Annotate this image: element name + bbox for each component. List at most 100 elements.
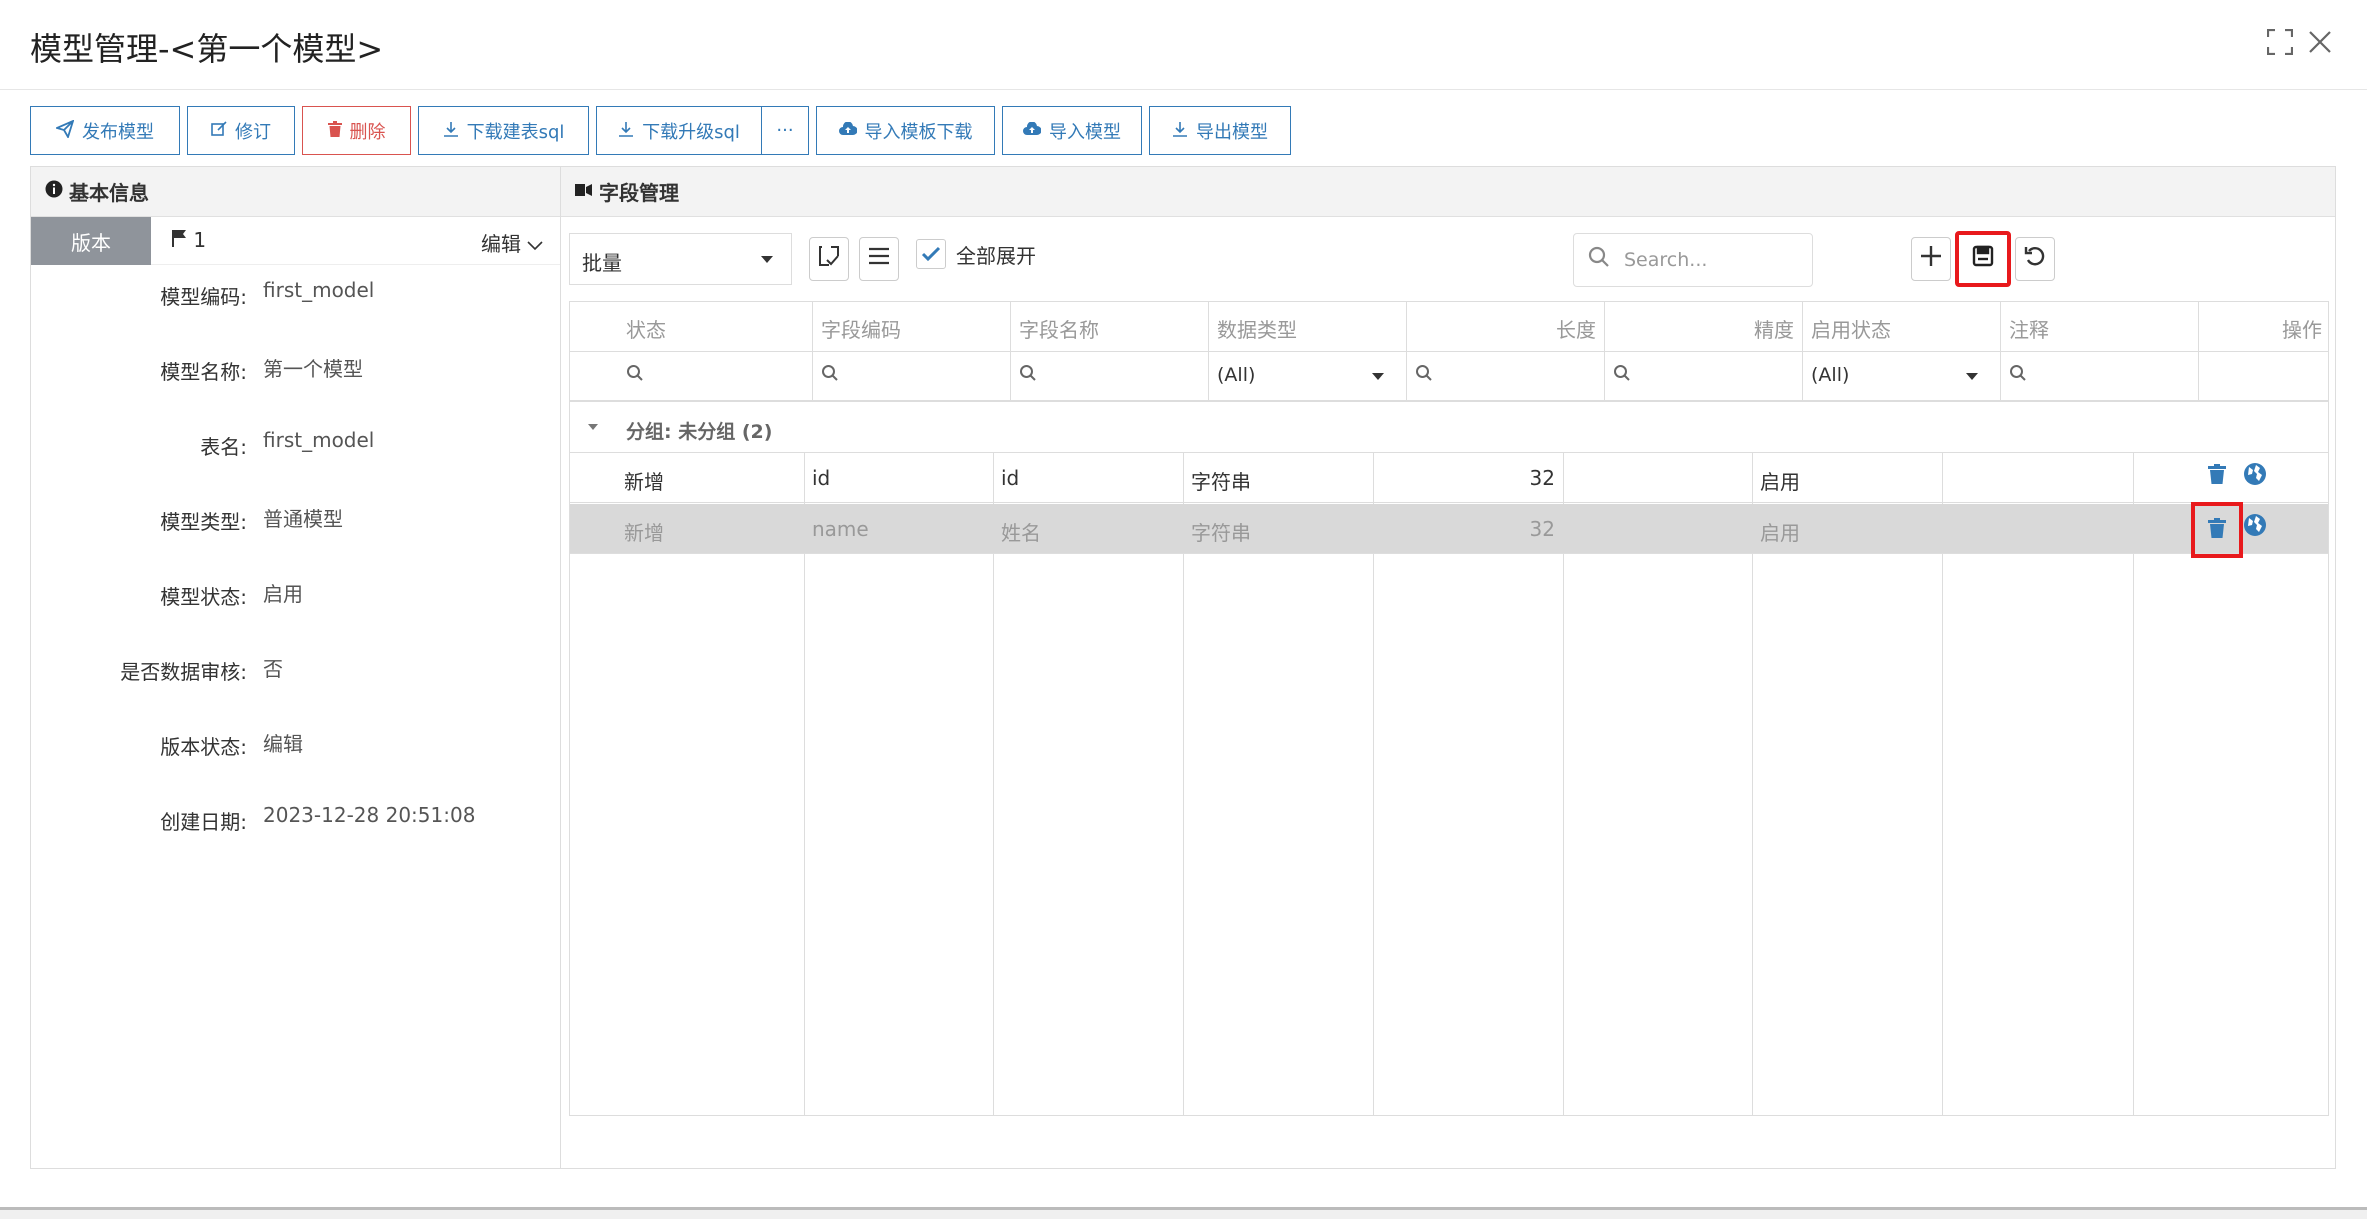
cell-comment[interactable] [1942, 504, 2133, 553]
more-button[interactable]: ··· [761, 106, 809, 155]
grid-toolbar: 批量 全部展开 Search... [569, 231, 2329, 287]
download-create-sql-button[interactable]: 下载建表sql [418, 106, 589, 155]
download-icon [443, 121, 459, 141]
filter-data-type[interactable]: (All) [1209, 352, 1407, 402]
batch-select-toggle-button[interactable] [809, 237, 849, 281]
field-management-header: 字段管理 [561, 167, 2335, 217]
cell-field-name[interactable]: id [993, 453, 1183, 502]
close-icon[interactable] [2302, 24, 2338, 60]
undo-icon [2024, 245, 2046, 273]
info-row-model-status: 模型状态: 启用 [160, 582, 303, 609]
model-management-dialog: 模型管理-<第一个模型> 发布模型 修订 删除 下载建表sql 下载升级sql … [0, 0, 2367, 1210]
column-header-data-type[interactable]: 数据类型 [1209, 302, 1407, 352]
column-header-enabled-status[interactable]: 启用状态 [1803, 302, 2001, 352]
expand-all-toggle[interactable]: 全部展开 [916, 239, 1036, 269]
cell-comment[interactable] [1942, 453, 2133, 502]
expand-all-checkbox[interactable] [916, 239, 946, 269]
column-header-comment[interactable]: 注释 [2001, 302, 2199, 352]
download-icon [1172, 121, 1188, 141]
basic-info-panel: 基本信息 版本 1 编辑 模型编码: first_model 模型名称: 第一个… [30, 166, 560, 1169]
cell-data-type[interactable]: 字符串 [1183, 504, 1373, 553]
cloud-upload-icon [1023, 121, 1042, 140]
search-icon [821, 365, 839, 387]
cell-field-name[interactable]: 姓名 [993, 504, 1183, 553]
publish-model-button[interactable]: 发布模型 [30, 106, 180, 155]
batch-select[interactable]: 批量 [569, 233, 792, 285]
info-row-model-code: 模型编码: first_model [160, 278, 375, 309]
check-list-icon [817, 244, 841, 274]
version-row: 版本 1 编辑 [31, 217, 560, 265]
field-management-panel: 字段管理 批量 全部展开 Search... 状态 字段编码 字段名称 数据类型… [560, 166, 2336, 1169]
add-row-button[interactable] [1911, 237, 1951, 281]
edit-icon [211, 120, 227, 141]
cell-data-type[interactable]: 字符串 [1183, 453, 1373, 502]
cell-field-code[interactable]: id [804, 453, 993, 502]
cell-status[interactable]: 新增 [616, 504, 804, 553]
globe-button[interactable] [2242, 461, 2268, 491]
column-header-precision[interactable]: 精度 [1605, 302, 1803, 352]
cell-status[interactable]: 新增 [616, 453, 804, 502]
cell-enabled-status[interactable]: 启用 [1752, 453, 1942, 502]
import-model-button[interactable]: 导入模型 [1002, 106, 1142, 155]
delete-row-button[interactable] [2191, 502, 2243, 558]
version-number: 1 [171, 228, 206, 252]
group-row-ungrouped[interactable]: 分组: 未分组 (2) [570, 403, 2328, 453]
info-row-model-type: 模型类型: 普通模型 [160, 507, 343, 534]
info-row-table-name: 表名: first_model [200, 428, 375, 459]
caret-down-icon [761, 256, 773, 263]
fields-grid: 状态 字段编码 字段名称 数据类型 长度 精度 启用状态 注释 操作 (All) [569, 301, 2329, 1116]
column-header-field-code[interactable]: 字段编码 [813, 302, 1011, 352]
filter-comment[interactable] [2001, 352, 2199, 402]
save-button[interactable] [1955, 231, 2011, 287]
column-header-field-name[interactable]: 字段名称 [1011, 302, 1209, 352]
info-row-created-date: 创建日期: 2023-12-28 20:51:08 [160, 803, 476, 834]
filter-enabled-status[interactable]: (All) [1803, 352, 2001, 402]
filter-field-name[interactable] [1011, 352, 1209, 402]
filter-actions [2199, 352, 2328, 402]
caret-down-icon [1372, 373, 1384, 380]
import-template-download-button[interactable]: 导入模板下载 [816, 106, 995, 155]
version-edit-dropdown[interactable]: 编辑 [481, 228, 543, 257]
search-icon [626, 365, 644, 387]
column-header-length[interactable]: 长度 [1407, 302, 1605, 352]
cell-enabled-status[interactable]: 启用 [1752, 504, 1942, 553]
cell-field-code[interactable]: name [804, 504, 993, 553]
delete-button[interactable]: 删除 [302, 106, 411, 155]
trash-icon [2208, 518, 2226, 542]
menu-icon [867, 246, 891, 272]
grid-search-input[interactable]: Search... [1573, 233, 1813, 287]
collapse-triangle-icon[interactable] [588, 424, 598, 430]
more-icon: ··· [776, 120, 794, 141]
delete-row-button[interactable] [2204, 461, 2230, 491]
globe-icon [2243, 462, 2267, 490]
cell-length[interactable]: 32 [1373, 453, 1563, 502]
maximize-icon[interactable] [2262, 24, 2298, 60]
download-upgrade-sql-button[interactable]: 下载升级sql [596, 106, 762, 155]
column-chooser-button[interactable] [859, 237, 899, 281]
grid-filter-row: (All) (All) [570, 352, 2328, 402]
dialog-title-bar: 模型管理-<第一个模型> [0, 0, 2367, 90]
save-icon [1972, 245, 1994, 273]
info-row-data-audit: 是否数据审核: 否 [120, 657, 283, 684]
search-icon [1613, 365, 1631, 387]
filter-status[interactable] [570, 352, 813, 402]
globe-button[interactable] [2242, 512, 2268, 542]
filter-precision[interactable] [1605, 352, 1803, 402]
column-header-status[interactable]: 状态 [570, 302, 813, 352]
revert-button[interactable] [2015, 237, 2055, 281]
table-row[interactable]: 新增 id id 字符串 32 启用 [570, 453, 2328, 503]
revise-button[interactable]: 修订 [187, 106, 295, 155]
main-toolbar: 发布模型 修订 删除 下载建表sql 下载升级sql ··· 导入模板下载 导入… [30, 106, 1298, 156]
send-icon [54, 118, 75, 142]
filter-field-code[interactable] [813, 352, 1011, 402]
filter-length[interactable] [1407, 352, 1605, 402]
plus-icon [1920, 245, 1942, 273]
cell-length[interactable]: 32 [1373, 504, 1563, 553]
cell-precision[interactable] [1563, 504, 1752, 553]
download-icon [618, 121, 634, 141]
table-row[interactable]: 新增 name 姓名 字符串 32 启用 [570, 502, 2328, 558]
export-model-button[interactable]: 导出模型 [1149, 106, 1291, 155]
cell-precision[interactable] [1563, 453, 1752, 502]
version-tab[interactable]: 版本 [31, 217, 151, 265]
basic-info-header: 基本信息 [31, 167, 560, 217]
